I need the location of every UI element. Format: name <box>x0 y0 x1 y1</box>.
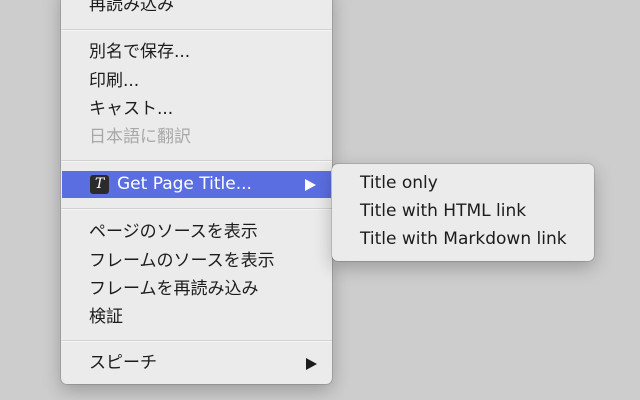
menu-separator <box>61 29 332 31</box>
context-menu: 再読み込み 別名で保存... 印刷... キャスト... 日本語に翻訳 T Ge… <box>61 0 332 384</box>
menu-item-label: 日本語に翻訳 <box>89 127 191 147</box>
menu-item-label: 別名で保存... <box>89 42 191 62</box>
menu-item-label: フレームのソースを表示 <box>89 251 275 271</box>
submenu-item-title-only[interactable]: Title only <box>332 170 594 197</box>
menu-item-inspect[interactable]: 検証 <box>61 304 332 331</box>
menu-item-label: Get Page Title... <box>117 174 252 194</box>
menu-item-speech[interactable]: スピーチ <box>61 350 332 377</box>
menu-item-label: フレームを再読み込み <box>89 279 259 299</box>
menu-item-label: スピーチ <box>89 353 157 373</box>
menu-item-label: 印刷... <box>89 71 140 91</box>
menu-item-label: Title with Markdown link <box>360 229 567 249</box>
extension-icon: T <box>90 175 109 194</box>
menu-item-reload-frame[interactable]: フレームを再読み込み <box>61 276 332 303</box>
menu-item-label: ページのソースを表示 <box>89 222 258 242</box>
menu-item-save-as[interactable]: 別名で保存... <box>61 39 332 66</box>
menu-item-label: 検証 <box>89 307 123 327</box>
submenu-item-title-html-link[interactable]: Title with HTML link <box>332 198 594 225</box>
submenu-arrow-icon <box>305 179 316 191</box>
menu-separator <box>61 340 332 342</box>
menu-item-label: Title with HTML link <box>360 201 527 221</box>
menu-item-label: 再読み込み <box>89 0 174 15</box>
menu-item-view-page-source[interactable]: ページのソースを表示 <box>61 219 332 246</box>
menu-item-label: キャスト... <box>89 99 174 119</box>
menu-item-print[interactable]: 印刷... <box>61 68 332 95</box>
submenu-arrow-icon <box>306 358 317 370</box>
menu-separator <box>61 208 332 210</box>
submenu-item-title-markdown-link[interactable]: Title with Markdown link <box>332 226 594 253</box>
menu-item-cast[interactable]: キャスト... <box>61 96 332 123</box>
menu-item-view-frame-source[interactable]: フレームのソースを表示 <box>61 248 332 275</box>
menu-item-label: Title only <box>360 173 438 193</box>
menu-item-reload[interactable]: 再読み込み <box>61 0 332 19</box>
menu-item-translate: 日本語に翻訳 <box>61 124 332 151</box>
menu-item-get-page-title[interactable]: T Get Page Title... <box>62 171 331 198</box>
get-page-title-submenu: Title only Title with HTML link Title wi… <box>332 164 594 261</box>
menu-separator <box>61 160 332 162</box>
